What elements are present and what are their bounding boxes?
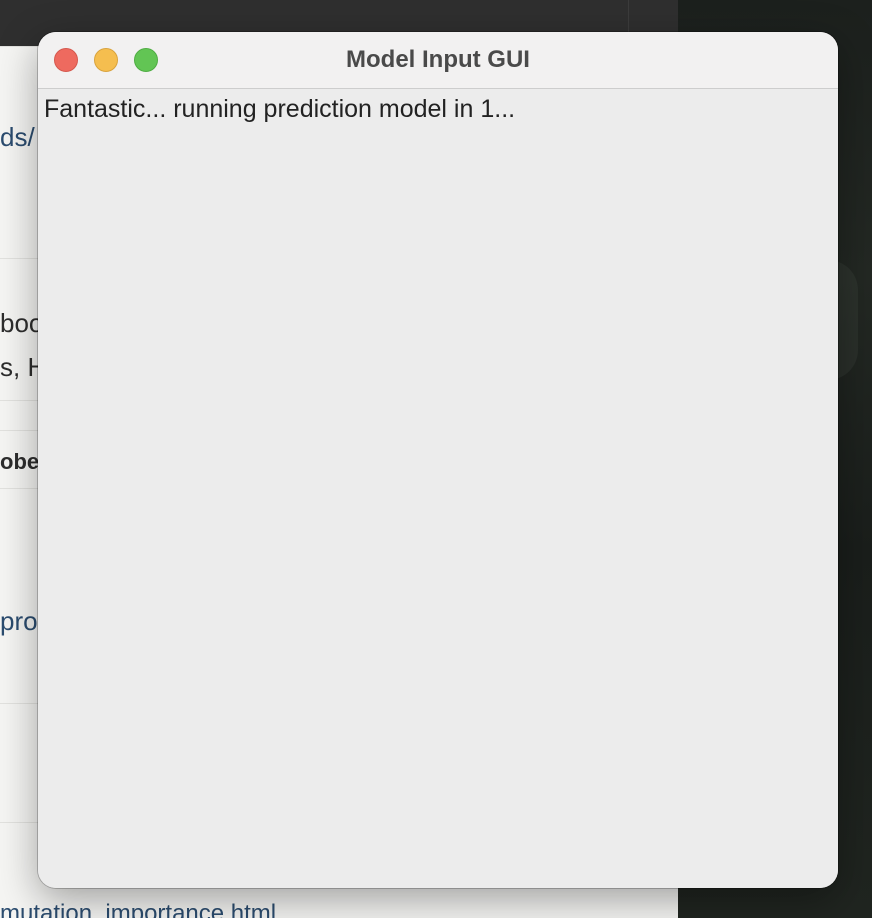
background-text-fragment: boo xyxy=(0,308,44,338)
app-window: Model Input GUI Fantastic... running pre… xyxy=(38,32,838,888)
status-message: Fantastic... running prediction model in… xyxy=(44,95,516,123)
window-title: Model Input GUI xyxy=(346,46,530,73)
window-content: Fantastic... running prediction model in… xyxy=(38,89,838,888)
window-titlebar[interactable]: Model Input GUI xyxy=(38,32,838,89)
background-text-fragment: ds/ xyxy=(0,122,35,152)
background-text-fragment: obe xyxy=(0,449,40,474)
background-link-fragment: mutation_importance.html xyxy=(0,900,277,918)
